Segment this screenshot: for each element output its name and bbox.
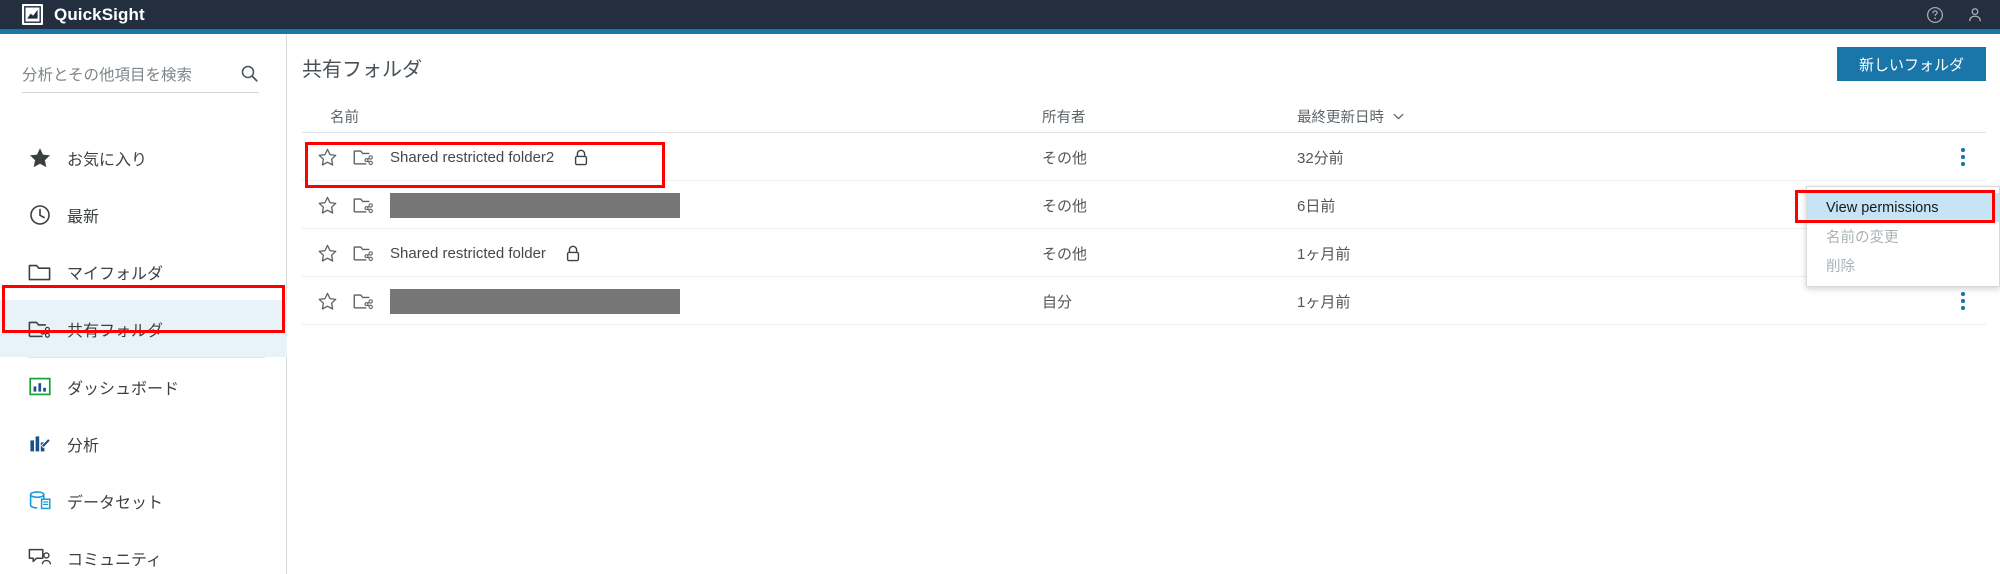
sidebar-item-favorites[interactable]: お気に入り [0, 129, 287, 186]
quicksight-app: QuickSight 分析とその他項目を検索 お気に入り 最新 マイフォルダ 共… [0, 0, 2000, 574]
row-name-cell[interactable] [302, 181, 680, 229]
left-sidebar: お気に入り 最新 マイフォルダ [0, 34, 287, 574]
folder-name-redacted[interactable] [390, 288, 680, 314]
favorite-star-icon[interactable] [318, 196, 337, 215]
menu-item-view-permissions[interactable]: View permissions [1807, 193, 1999, 222]
star-filled-icon [28, 146, 51, 169]
new-folder-button[interactable]: 新しいフォルダ [1836, 47, 1986, 81]
user-account-icon[interactable] [1966, 6, 1984, 24]
table-row[interactable]: Shared restricted folder2 その他 32分前 [302, 133, 1986, 181]
row-owner: その他 [1042, 197, 1088, 215]
sidebar-item-shared-folders[interactable]: 共有フォルダ [0, 300, 287, 357]
page-title: 共有フォルダ [302, 59, 422, 81]
row-owner: その他 [1042, 245, 1088, 263]
sidebar-item-label: 共有フォルダ [67, 322, 164, 340]
sidebar-item-label: データセット [67, 494, 164, 512]
kebab-menu-icon [1961, 148, 1965, 166]
folders-table: 名前 所有者 最終更新日時 Shared restricted folder2 … [302, 95, 1986, 325]
folder-icon [28, 260, 51, 283]
row-updated: 32分前 [1297, 149, 1344, 167]
page-header: 共有フォルダ 新しいフォルダ [288, 34, 2000, 95]
row-name-cell[interactable]: Shared restricted folder2 [302, 133, 588, 181]
analysis-pencil-icon [28, 432, 51, 455]
chevron-down-icon [1393, 113, 1404, 120]
sidebar-item-analyses[interactable]: 分析 [0, 415, 287, 472]
sidebar-item-label: 分析 [67, 437, 100, 455]
sidebar-item-label: ダッシュボード [67, 380, 180, 398]
column-header-updated-label: 最終更新日時 [1297, 110, 1384, 126]
favorite-star-icon[interactable] [318, 244, 337, 263]
row-owner: 自分 [1042, 293, 1073, 311]
table-row[interactable]: その他 6日前 [302, 181, 1986, 229]
sidebar-item-label: お気に入り [67, 151, 148, 169]
shared-folder-icon [353, 196, 374, 214]
search-input[interactable] [22, 66, 212, 85]
quicksight-logo-icon [22, 4, 43, 25]
topbar-actions [1926, 0, 1984, 29]
sidebar-nav: お気に入り 最新 マイフォルダ 共有フォルダ ダッシュボード 分析 データセット… [0, 129, 287, 574]
lock-icon [566, 245, 580, 262]
row-actions-menu-button[interactable] [1946, 133, 1980, 181]
favorite-star-icon[interactable] [318, 292, 337, 311]
search-icon[interactable] [240, 64, 259, 88]
dataset-database-icon [28, 489, 51, 512]
row-owner: その他 [1042, 149, 1088, 167]
table-row[interactable]: Shared restricted folder その他 1ヶ月前 [302, 229, 1986, 277]
favorite-star-icon[interactable] [318, 148, 337, 167]
folder-name[interactable]: Shared restricted folder [390, 245, 546, 262]
folder-name-redacted[interactable] [390, 192, 680, 218]
sidebar-item-label: 最新 [67, 208, 100, 226]
sidebar-item-community[interactable]: コミュニティ [0, 529, 287, 574]
sidebar-item-my-folders[interactable]: マイフォルダ [0, 243, 287, 300]
top-navigation-bar: QuickSight [0, 0, 2000, 29]
row-name-cell[interactable] [302, 277, 680, 325]
row-updated: 6日前 [1297, 197, 1336, 215]
sidebar-item-datasets[interactable]: データセット [0, 472, 287, 529]
column-header-updated[interactable]: 最終更新日時 [1297, 106, 1404, 127]
sidebar-item-recent[interactable]: 最新 [0, 186, 287, 243]
sidebar-item-label: マイフォルダ [67, 265, 164, 283]
table-header-row: 名前 所有者 最終更新日時 [302, 95, 1986, 133]
row-name-cell[interactable]: Shared restricted folder [302, 229, 580, 277]
shared-folder-icon [353, 244, 374, 262]
main-content: 共有フォルダ 新しいフォルダ 名前 所有者 最終更新日時 Shared rest… [288, 34, 2000, 574]
brand-logo-group[interactable]: QuickSight [22, 4, 145, 25]
help-circle-icon[interactable] [1926, 6, 1944, 24]
folder-name[interactable]: Shared restricted folder2 [390, 149, 554, 166]
column-header-owner[interactable]: 所有者 [1042, 106, 1086, 127]
shared-folder-icon [353, 292, 374, 310]
menu-item-delete: 削除 [1826, 259, 1855, 275]
column-header-name[interactable]: 名前 [330, 106, 359, 127]
row-updated: 1ヶ月前 [1297, 293, 1351, 311]
shared-folder-icon [28, 317, 51, 340]
community-chat-icon [28, 546, 51, 569]
menu-item-rename: 名前の変更 [1826, 230, 1899, 246]
kebab-menu-icon [1961, 292, 1965, 310]
sidebar-search[interactable] [22, 59, 259, 93]
table-row[interactable]: 自分 1ヶ月前 [302, 277, 1986, 325]
sidebar-item-label: コミュニティ [67, 551, 163, 569]
shared-folder-icon [353, 148, 374, 166]
dashboard-bars-icon [28, 375, 51, 398]
row-context-menu: View permissions 名前の変更 削除 [1806, 186, 2000, 287]
sidebar-item-dashboards[interactable]: ダッシュボード [0, 358, 287, 415]
brand-name: QuickSight [54, 4, 145, 24]
clock-icon [28, 203, 51, 226]
row-updated: 1ヶ月前 [1297, 245, 1351, 263]
lock-icon [574, 149, 588, 166]
